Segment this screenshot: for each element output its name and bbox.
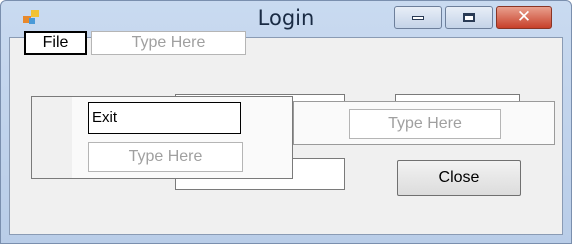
- menu-file[interactable]: File: [24, 31, 87, 55]
- minimize-button[interactable]: [394, 6, 442, 29]
- maximize-button[interactable]: [445, 6, 493, 29]
- dropdown-type-here[interactable]: Type Here: [88, 142, 243, 172]
- close-button[interactable]: Close: [397, 160, 521, 196]
- maximize-icon: [463, 13, 475, 22]
- submenu-type-here[interactable]: Type Here: [349, 109, 501, 139]
- dropdown-icon-gutter: [32, 97, 72, 178]
- menu-type-here[interactable]: Type Here: [91, 31, 246, 55]
- close-window-button[interactable]: ✕: [496, 6, 552, 29]
- menu-item-exit[interactable]: Exit: [88, 102, 241, 134]
- minimize-icon: [412, 15, 424, 20]
- close-icon: ✕: [516, 7, 532, 27]
